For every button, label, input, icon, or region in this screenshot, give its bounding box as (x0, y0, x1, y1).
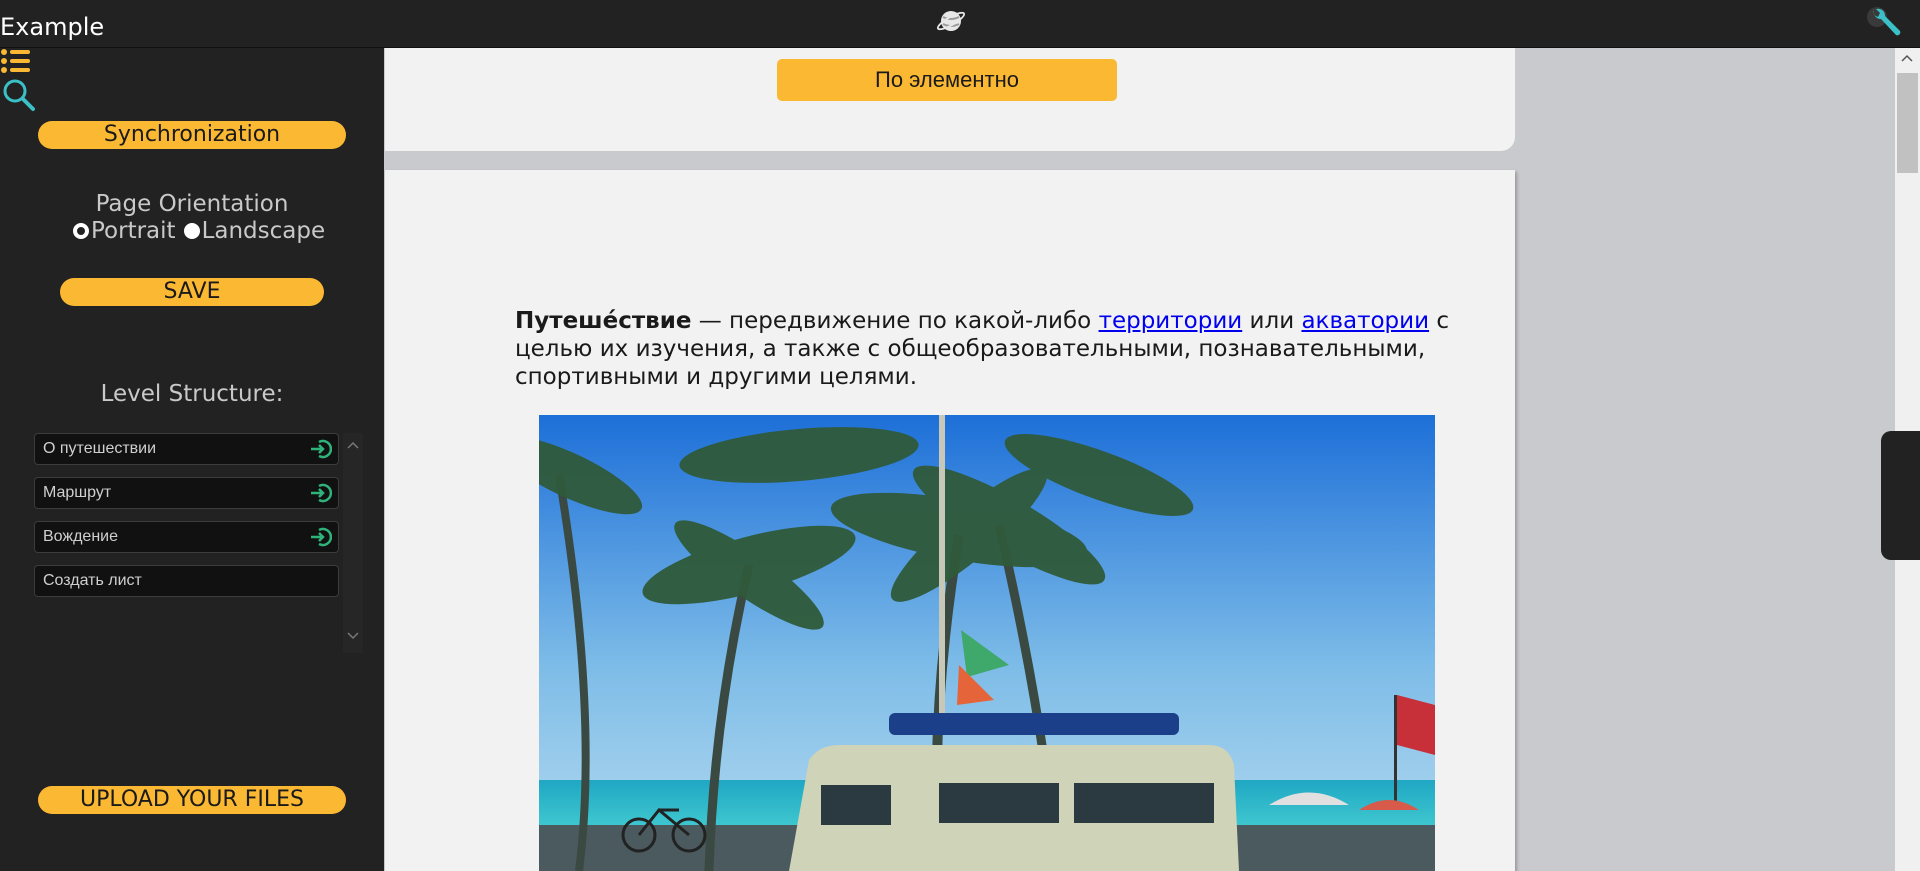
enter-icon[interactable] (310, 439, 332, 459)
document-page: Путеше́ствие — передвижение по какой-либ… (385, 170, 1515, 871)
sidebar: Synchronization Page Orientation Portrai… (0, 48, 384, 871)
list-item[interactable]: Маршрут (34, 477, 339, 509)
document-paragraph: Путеше́ствие — передвижение по какой-либ… (515, 307, 1455, 391)
landscape-radio[interactable] (183, 223, 200, 239)
term-heading: Путеше́ствие (515, 308, 692, 334)
orientation-options: Portrait Landscape (73, 218, 333, 244)
create-sheet-item[interactable]: Создать лист (34, 565, 339, 597)
landscape-label: Landscape (201, 218, 326, 244)
level-item-label: Вождение (43, 528, 118, 545)
territory-link[interactable]: территории (1099, 308, 1243, 334)
level-list-scrollbar[interactable] (343, 433, 363, 653)
enter-icon[interactable] (310, 483, 332, 503)
list-item[interactable]: Вождение (34, 521, 339, 553)
paragraph-text: или (1242, 308, 1302, 334)
paragraph-text: — передвижение по какой-либо (691, 308, 1099, 334)
planet-icon[interactable] (935, 5, 967, 37)
level-list: О путешествии Маршрут Вождение Создать л… (34, 433, 339, 609)
level-item-label: О путешествии (43, 440, 157, 457)
toolbar-panel: По элементно (385, 48, 1515, 151)
side-panel-tab[interactable] (1881, 431, 1920, 560)
list-icon[interactable] (0, 48, 32, 74)
portrait-option[interactable]: Portrait (73, 218, 176, 244)
scrollbar-thumb[interactable] (1897, 73, 1918, 173)
app-title: Example (0, 13, 105, 41)
search-icon[interactable] (2, 78, 36, 112)
level-item-label: Создать лист (43, 572, 142, 589)
top-bar: Example (0, 0, 1920, 48)
enter-icon[interactable] (310, 527, 332, 547)
chevron-down-icon[interactable] (346, 630, 360, 642)
water-area-link[interactable]: акватории (1301, 308, 1429, 334)
list-item[interactable]: О путешествии (34, 433, 339, 465)
portrait-label: Portrait (91, 218, 176, 244)
chevron-up-icon[interactable] (346, 439, 360, 451)
chevron-up-icon[interactable] (1900, 52, 1914, 64)
wrench-icon[interactable] (1866, 6, 1904, 40)
landscape-option[interactable]: Landscape (183, 218, 326, 244)
portrait-radio[interactable] (73, 223, 89, 239)
level-item-label: Маршрут (43, 484, 112, 501)
level-structure-title: Level Structure: (100, 381, 284, 407)
save-button[interactable]: SAVE (60, 278, 324, 306)
beach-van-image (539, 415, 1435, 871)
page-orientation-title: Page Orientation (95, 191, 289, 217)
upload-files-button[interactable]: UPLOAD YOUR FILES (38, 786, 346, 814)
by-element-button[interactable]: По элементно (777, 59, 1117, 101)
synchronization-button[interactable]: Synchronization (38, 121, 346, 149)
